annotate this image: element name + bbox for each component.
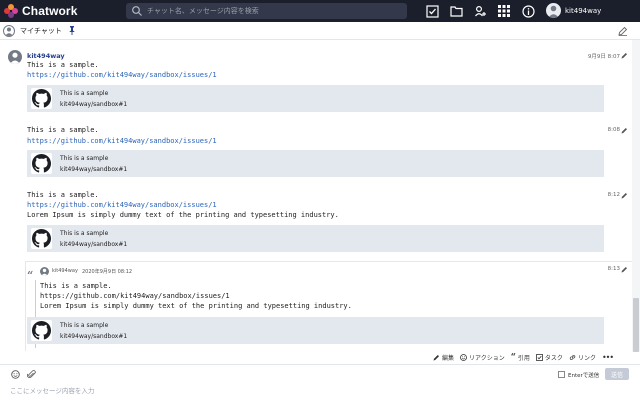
room-title: マイチャット [20, 26, 62, 35]
message-text: This is a sample. [27, 191, 99, 199]
github-icon [31, 320, 52, 341]
top-bar: Chatwork k [0, 0, 640, 22]
message-text: This is a sample. [27, 126, 99, 134]
send-button[interactable]: 送信 [605, 368, 629, 380]
quote-button[interactable]: “ 引用 [511, 353, 530, 363]
link-preview[interactable]: This is a sample kit494way/sandbox#1 [27, 150, 604, 177]
quote-label: 引用 [517, 355, 530, 362]
task-icon[interactable] [424, 3, 440, 19]
user-name: kit494way [565, 6, 602, 15]
edit-icon[interactable] [621, 266, 628, 273]
quote-mark-icon: “ [27, 269, 34, 282]
user-menu[interactable]: kit494way [546, 3, 601, 18]
app-name: Chatwork [22, 4, 78, 18]
reaction-icon [460, 354, 467, 361]
quote-text: This is a sample. [40, 282, 112, 290]
message-sender[interactable]: kit494way [27, 52, 65, 60]
room-avatar-icon [3, 24, 15, 37]
more-menu-button[interactable]: ••• [602, 353, 614, 362]
message-link[interactable]: https://github.com/kit494way/sandbox/iss… [27, 201, 217, 209]
top-icon-group [424, 3, 544, 19]
edit-icon [433, 355, 439, 361]
link-preview[interactable]: This is a sample kit494way/sandbox#1 [27, 225, 604, 252]
avatar [546, 3, 561, 18]
edit-icon[interactable] [621, 192, 628, 199]
message-timeline: kit494way 9月9日 8:07 This is a sample. ht… [0, 40, 632, 352]
quote-icon: “ [510, 352, 516, 363]
github-icon [31, 153, 52, 174]
edit-label: 編集 [442, 355, 455, 362]
preview-subtitle: kit494way/sandbox#1 [60, 333, 128, 340]
preview-subtitle: kit494way/sandbox#1 [60, 166, 128, 173]
task-label: タスク [544, 355, 563, 362]
emoji-icon[interactable] [11, 370, 20, 379]
preview-title: This is a sample [60, 155, 109, 162]
preview-subtitle: kit494way/sandbox#1 [60, 241, 128, 248]
quote-sender: kit494way [52, 268, 78, 274]
message-link[interactable]: https://github.com/kit494way/sandbox/iss… [27, 71, 217, 79]
app-logo[interactable]: Chatwork [4, 4, 77, 18]
scrollbar-thumb[interactable] [633, 298, 639, 352]
link-preview[interactable]: This is a sample kit494way/sandbox#1 [27, 317, 604, 344]
link-label: リンク [577, 355, 596, 362]
message-time: 9月9日 8:07 [587, 54, 620, 60]
info-icon[interactable] [520, 3, 536, 19]
message-link[interactable]: https://github.com/kit494way/sandbox/iss… [27, 137, 217, 145]
message-time: 8:08 [607, 127, 620, 133]
task-button[interactable]: タスク [536, 353, 563, 362]
message-time: 8:13 [607, 266, 620, 272]
room-settings-icon[interactable] [618, 26, 628, 36]
message-composer: Enterで送信 送信 [0, 364, 640, 400]
github-icon [31, 88, 52, 109]
preview-title: This is a sample [60, 230, 109, 237]
reaction-button[interactable]: リアクション [460, 353, 505, 362]
avatar[interactable] [8, 50, 22, 64]
message-time: 8:12 [607, 192, 620, 198]
room-header: マイチャット [0, 22, 640, 40]
preview-subtitle: kit494way/sandbox#1 [60, 101, 128, 108]
attach-icon[interactable] [27, 370, 36, 379]
message-item[interactable]: 8:12 This is a sample. https://github.co… [0, 186, 632, 261]
search-box[interactable] [126, 3, 407, 19]
link-preview[interactable]: This is a sample kit494way/sandbox#1 [27, 85, 604, 112]
file-icon[interactable] [448, 3, 464, 19]
search-input[interactable] [147, 7, 397, 15]
preview-title: This is a sample [60, 322, 109, 329]
message-text: Lorem Ipsum is simply dummy text of the … [27, 211, 339, 219]
quote-text: Lorem Ipsum is simply dummy text of the … [40, 302, 352, 310]
enter-to-send-checkbox[interactable] [558, 371, 565, 378]
edit-icon[interactable] [621, 52, 628, 59]
github-icon [31, 228, 52, 249]
link-icon [569, 355, 576, 360]
contacts-icon[interactable] [472, 3, 488, 19]
message-text: This is a sample. [27, 61, 99, 69]
message-action-bar: 編集 リアクション “ 引用 タスク リンク ••• [433, 352, 614, 363]
edit-icon[interactable] [621, 127, 628, 134]
reaction-label: リアクション [469, 355, 505, 362]
search-icon [132, 6, 142, 16]
message-item[interactable]: 8:08 This is a sample. https://github.co… [0, 120, 632, 186]
message-input[interactable] [10, 385, 630, 400]
apps-icon[interactable] [496, 3, 512, 19]
chatwork-logo-icon [4, 4, 18, 18]
edit-button[interactable]: 編集 [433, 353, 454, 362]
quote-link[interactable]: https://github.com/kit494way/sandbox/iss… [40, 292, 230, 300]
message-item[interactable]: kit494way 9月9日 8:07 This is a sample. ht… [0, 40, 632, 120]
avatar [40, 267, 49, 276]
pin-icon[interactable] [68, 26, 76, 35]
task-icon [536, 354, 543, 361]
link-button[interactable]: リンク [569, 353, 596, 362]
preview-title: This is a sample [60, 90, 109, 97]
quote-date: 2020年9月9日 08:12 [82, 269, 133, 275]
enter-to-send-label: Enterで送信 [568, 373, 600, 379]
